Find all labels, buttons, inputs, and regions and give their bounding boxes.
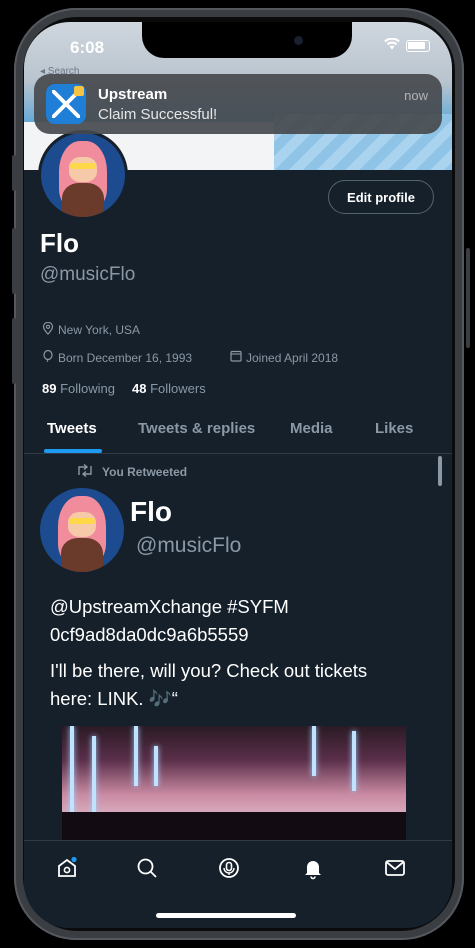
notification-app-name: Upstream: [98, 86, 168, 103]
notification-message: Claim Successful!: [98, 106, 218, 123]
home-icon[interactable]: [54, 855, 80, 881]
birthday-text: Born December 16, 1993: [58, 351, 193, 365]
avatar-face: [67, 511, 97, 537]
tweet-concert-image[interactable]: [62, 726, 406, 840]
profile-tabs: Tweets Tweets & replies Media Likes: [24, 412, 452, 454]
profile-name: Flo: [40, 228, 79, 258]
stage-light: [70, 726, 74, 826]
avatar-glasses: [69, 163, 97, 170]
tab-likes[interactable]: Likes: [375, 420, 413, 437]
location-row: New York, USA: [42, 321, 141, 338]
notifications-icon[interactable]: [300, 855, 326, 881]
retweet-icon: [76, 463, 94, 480]
birthday-row: Born December 16, 1993: [42, 349, 193, 366]
stage-light: [154, 746, 158, 786]
joined-text: Joined April 2018: [246, 350, 339, 365]
following-label: Following: [60, 381, 116, 396]
upstream-app-icon: [46, 84, 86, 124]
balloon-icon: [42, 349, 54, 366]
notification-time: now: [404, 88, 428, 103]
stage-light: [134, 726, 138, 786]
wifi-icon: [384, 37, 400, 53]
status-icons: [384, 37, 430, 53]
tweet-author-handle: @musicFlo: [136, 534, 242, 557]
followers-label: Followers: [150, 381, 206, 396]
avatar-body: [61, 538, 103, 572]
spaces-icon[interactable]: [216, 855, 242, 881]
messages-icon[interactable]: [382, 855, 408, 881]
avatar-face: [68, 156, 98, 182]
retweet-label: You Retweeted: [102, 465, 188, 479]
following-link[interactable]: 89 Following: [42, 381, 115, 396]
tab-tweets[interactable]: Tweets: [47, 420, 97, 437]
mute-switch: [12, 155, 16, 191]
profile-handle: @musicFlo: [40, 264, 136, 285]
search-icon[interactable]: [134, 855, 160, 881]
calendar-icon: [230, 350, 242, 365]
tweet-text-line-2: 0cf9ad8da0dc9a6b5559: [50, 624, 249, 645]
avatar-body: [62, 183, 104, 217]
stage-light: [312, 726, 316, 776]
joined-row: Joined April 2018: [230, 350, 338, 365]
edit-profile-button[interactable]: Edit profile: [328, 180, 434, 214]
tab-tweets-replies[interactable]: Tweets & replies: [138, 420, 255, 437]
power-button: [466, 248, 470, 348]
stage-light: [92, 736, 96, 816]
tweet-text-line-4: here: LINK. 🎶“: [50, 688, 178, 709]
battery-icon: [406, 39, 430, 52]
bottom-navigation: [24, 840, 452, 928]
location-pin-icon: [42, 321, 54, 338]
retweet-indicator: You Retweeted: [76, 463, 188, 480]
tweet-text-line-3: I'll be there, will you? Check out ticke…: [50, 660, 368, 681]
tab-media[interactable]: Media: [290, 420, 333, 437]
crowd-silhouette: [62, 812, 406, 840]
active-tab-indicator: [44, 449, 102, 453]
profile-avatar[interactable]: [38, 130, 128, 220]
tweet-author-name[interactable]: Flo: [130, 496, 172, 528]
notch: [142, 22, 352, 58]
camera-icon: [294, 36, 303, 45]
volume-up-button: [12, 228, 16, 294]
screen: 6:08 ◂ Search Upstream Claim Successful!…: [24, 22, 452, 928]
stage-light: [352, 731, 356, 791]
followers-link[interactable]: 48 Followers: [132, 381, 206, 396]
following-count: 89: [42, 381, 57, 396]
scrollbar[interactable]: [438, 456, 442, 486]
status-time: 6:08: [70, 38, 105, 57]
location-text: New York, USA: [58, 323, 141, 337]
home-indicator[interactable]: [156, 913, 296, 918]
tweet-text-line-1: @UpstreamXchange #SYFM: [50, 596, 289, 617]
avatar-glasses: [68, 518, 96, 525]
followers-count: 48: [132, 381, 147, 396]
tweet-avatar[interactable]: [40, 488, 124, 572]
notification-banner[interactable]: Upstream Claim Successful! now: [34, 74, 442, 134]
volume-down-button: [12, 318, 16, 384]
